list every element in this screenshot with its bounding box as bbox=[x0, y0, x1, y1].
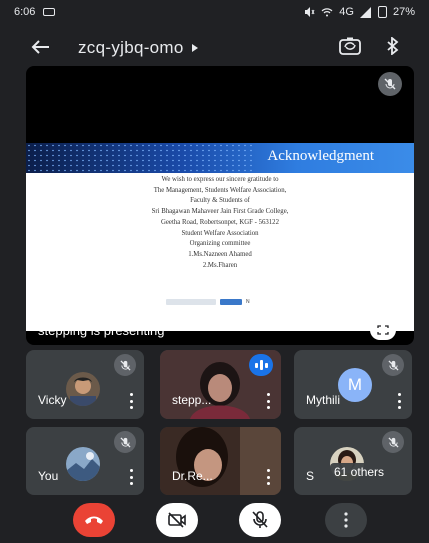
more-options-button[interactable] bbox=[130, 469, 134, 485]
participant-tile-others[interactable]: S 61 others bbox=[294, 427, 412, 495]
tile-mic-off bbox=[114, 354, 136, 376]
slide-line: The Management, Students Welfare Associa… bbox=[153, 186, 287, 194]
banner-pattern bbox=[26, 143, 256, 173]
avatar: M bbox=[338, 368, 372, 402]
participant-name: stepp... bbox=[172, 393, 212, 407]
participant-name: Vicky bbox=[38, 393, 67, 407]
participant-tile-vicky[interactable]: Vicky bbox=[26, 350, 144, 419]
network-type: 4G bbox=[339, 6, 354, 18]
slide-line: Faculty & Students of bbox=[190, 197, 250, 205]
mic-toggle-button[interactable] bbox=[239, 503, 281, 537]
mic-off-icon bbox=[387, 436, 399, 448]
camera-toggle-button[interactable] bbox=[156, 503, 198, 537]
participant-name: Mythili bbox=[306, 393, 341, 407]
slide-footer-box bbox=[166, 299, 216, 305]
switch-camera-button[interactable] bbox=[339, 37, 361, 60]
participant-name: S bbox=[306, 469, 315, 483]
slide-line: 1.Ms.Nazneen Ahamed bbox=[188, 250, 252, 258]
arrow-left-icon bbox=[31, 40, 49, 54]
camera-off-icon bbox=[168, 512, 186, 528]
presentation-panel[interactable]: Acknowledgment We wish to express our si… bbox=[26, 66, 414, 345]
caret-right-icon bbox=[191, 44, 198, 52]
tile-mic-off bbox=[382, 431, 404, 453]
slide-heading: Acknowledgment bbox=[267, 148, 374, 164]
tile-mic-off bbox=[382, 354, 404, 376]
slide-line: Organizing committee bbox=[189, 240, 251, 248]
fullscreen-button[interactable] bbox=[370, 320, 396, 340]
participant-name: Dr.Re... bbox=[172, 469, 213, 483]
more-options-button[interactable] bbox=[130, 393, 134, 409]
mic-off-icon bbox=[387, 359, 399, 371]
presentation-mic-off bbox=[378, 72, 402, 96]
mic-off-icon bbox=[119, 359, 131, 371]
more-options-button[interactable] bbox=[325, 503, 367, 537]
slide-banner: Acknowledgment bbox=[26, 143, 414, 173]
slide-body: We wish to express our sincere gratitude… bbox=[26, 175, 414, 271]
slide-line: 2.Ms.Fharen bbox=[202, 261, 238, 269]
more-vert-icon bbox=[344, 512, 348, 528]
participant-tile-dr-re[interactable]: Dr.Re... bbox=[160, 427, 281, 495]
call-controls bbox=[0, 503, 429, 543]
status-time: 6:06 bbox=[14, 6, 36, 18]
slide-line: We wish to express our sincere gratitude… bbox=[161, 176, 279, 183]
tile-mic-off bbox=[114, 431, 136, 453]
mic-off-icon bbox=[384, 78, 396, 90]
slide-line: Student Welfare Association bbox=[181, 229, 259, 237]
slide-line: Sri Bhagawan Mahaveer Jain First Grade C… bbox=[151, 208, 289, 216]
meeting-info-button[interactable]: zcq-yjbq-omo bbox=[78, 38, 198, 58]
more-options-button[interactable] bbox=[267, 469, 271, 485]
meeting-top-bar: zcq-yjbq-omo bbox=[0, 26, 429, 70]
shared-slide: Acknowledgment We wish to express our si… bbox=[26, 143, 414, 331]
participant-tile-stepping[interactable]: stepp... bbox=[160, 350, 281, 419]
wifi-icon bbox=[321, 8, 333, 17]
participant-tile-mythili[interactable]: M Mythili bbox=[294, 350, 412, 419]
bluetooth-icon bbox=[387, 35, 399, 56]
mute-icon bbox=[305, 7, 315, 17]
more-options-button[interactable] bbox=[267, 393, 271, 409]
participant-video bbox=[160, 427, 281, 495]
avatar bbox=[66, 372, 100, 406]
more-options-button[interactable] bbox=[398, 393, 402, 409]
end-call-button[interactable] bbox=[73, 503, 115, 537]
mic-off-icon bbox=[119, 436, 131, 448]
signal-icon bbox=[359, 6, 371, 18]
presenter-label: stepping is presenting bbox=[38, 323, 165, 338]
participant-tile-you[interactable]: You bbox=[26, 427, 144, 495]
notification-icon bbox=[43, 8, 56, 16]
status-bar: 6:06 4G 27% bbox=[0, 0, 429, 24]
battery-percent: 27% bbox=[392, 6, 415, 18]
speaking-indicator bbox=[249, 354, 273, 376]
slide-footer-mark: N bbox=[246, 299, 250, 305]
bluetooth-button[interactable] bbox=[387, 35, 399, 60]
slide-line: Geetha Road, Robertsonpet, KGF - 563122 bbox=[161, 218, 279, 226]
others-count-badge[interactable]: 61 others bbox=[330, 463, 389, 481]
phone-hangup-icon bbox=[85, 516, 103, 524]
switch-camera-icon bbox=[339, 37, 361, 55]
battery-icon bbox=[377, 6, 387, 18]
fullscreen-icon bbox=[377, 325, 389, 335]
meeting-code: zcq-yjbq-omo bbox=[78, 38, 184, 57]
mic-off-icon bbox=[252, 511, 268, 528]
back-button[interactable] bbox=[30, 35, 60, 61]
avatar bbox=[66, 447, 100, 481]
slide-footer-button bbox=[220, 299, 242, 305]
participant-name: You bbox=[38, 469, 59, 483]
slide-footer: N bbox=[166, 299, 250, 305]
